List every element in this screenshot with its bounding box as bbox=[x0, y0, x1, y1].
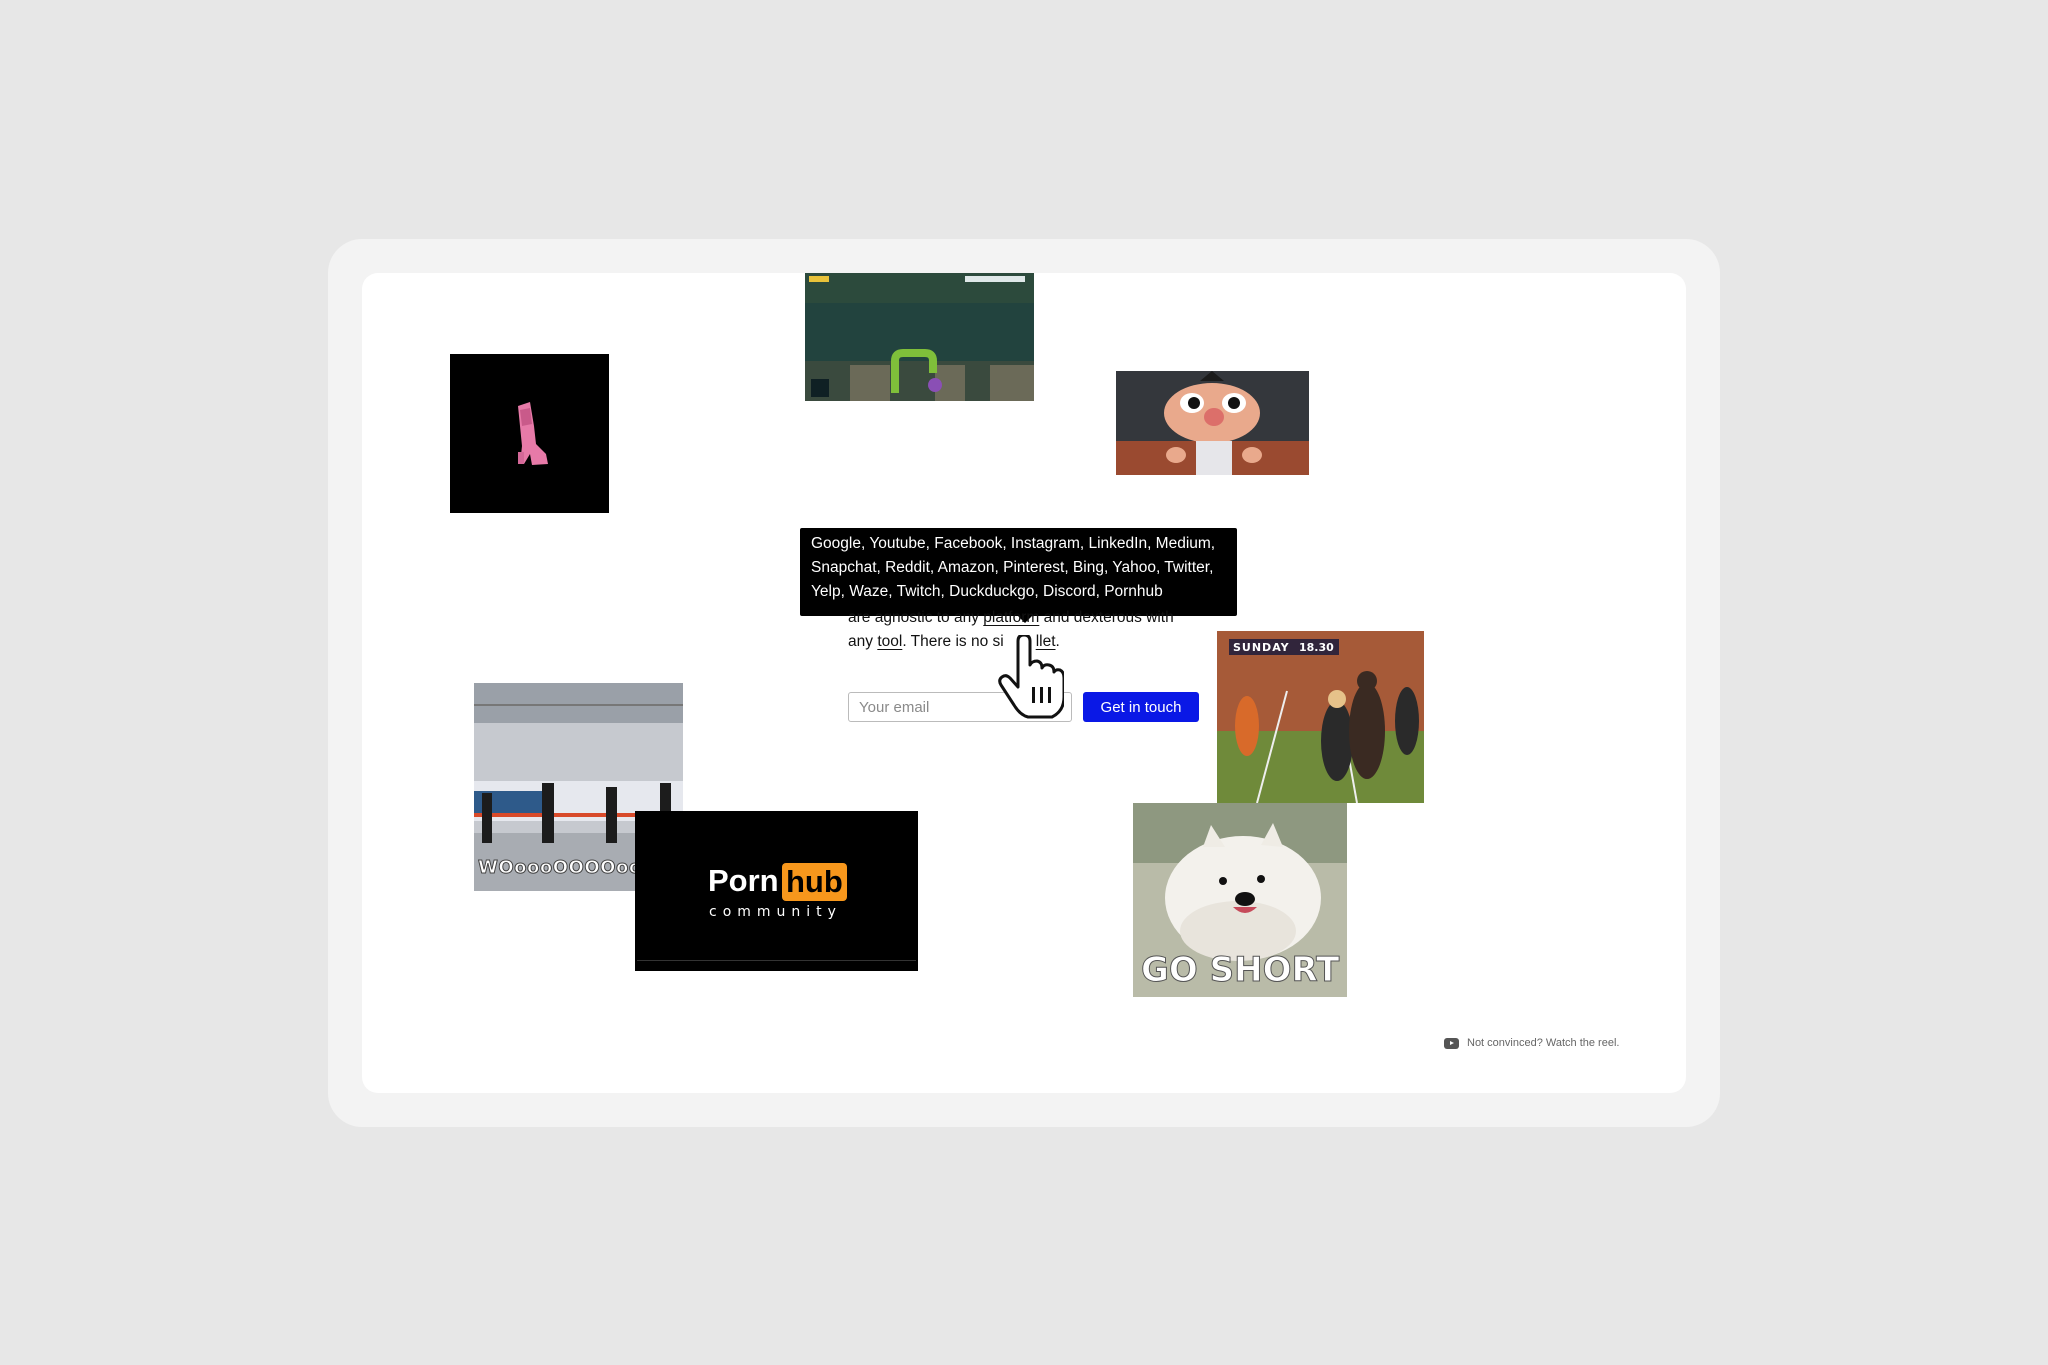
website-screen: Google, Youtube, Facebook, Instagram, Li… bbox=[362, 273, 1686, 1093]
dog-caption: GO SHORT bbox=[1140, 950, 1340, 991]
hand-cursor-icon bbox=[998, 635, 1064, 719]
pornhub-word-hub: hub bbox=[782, 863, 847, 901]
sports-badge-time: 18.30 bbox=[1299, 641, 1334, 654]
platform-link[interactable]: platform bbox=[983, 609, 1039, 626]
cartoon-character-gif[interactable] bbox=[1116, 371, 1309, 475]
copy-text: . There is no si bbox=[902, 633, 1004, 650]
video-controls-bar[interactable] bbox=[637, 960, 916, 967]
watch-reel-link[interactable]: Not convinced? Watch the reel. bbox=[1444, 1037, 1619, 1049]
copy-text: and dexterous with bbox=[1043, 609, 1174, 626]
boot-gif[interactable] bbox=[450, 354, 609, 513]
copy-hidden-line bbox=[848, 582, 1193, 606]
get-in-touch-button[interactable]: Get in touch bbox=[1083, 692, 1199, 722]
sports-gif[interactable]: SUNDAY 18.30 bbox=[1217, 631, 1424, 803]
copy-text: are agnostic to any bbox=[848, 609, 979, 626]
pomeranian-gif[interactable]: GO SHORT bbox=[1133, 803, 1347, 997]
pornhub-community-video[interactable]: Porn hub community bbox=[635, 811, 918, 971]
copy-line-1: are agnostic to any platform and dextero… bbox=[848, 606, 1193, 630]
copy-text: any bbox=[848, 633, 873, 650]
watch-reel-label: Not convinced? Watch the reel. bbox=[1467, 1037, 1620, 1049]
pornhub-word-porn: Porn bbox=[708, 863, 779, 898]
platformer-game-gif[interactable] bbox=[805, 273, 1034, 401]
sports-badge-day: SUNDAY bbox=[1233, 641, 1290, 654]
pornhub-community-label: community bbox=[709, 904, 842, 920]
tool-link[interactable]: tool bbox=[877, 633, 902, 650]
video-play-icon bbox=[1444, 1037, 1459, 1049]
